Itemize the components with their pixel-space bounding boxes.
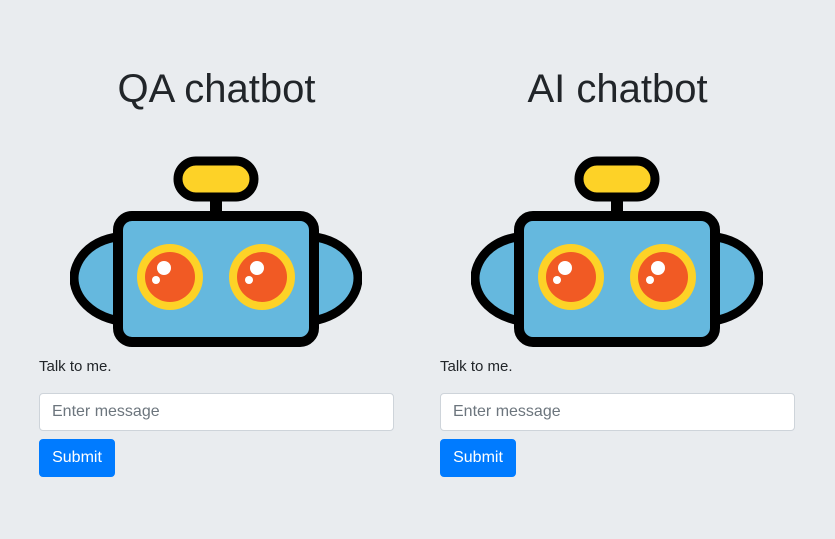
- submit-button[interactable]: Submit: [440, 439, 516, 477]
- panel-title: AI chatbot: [527, 67, 708, 111]
- robot-icon: [471, 156, 763, 347]
- panel-title: QA chatbot: [117, 67, 316, 111]
- prompt-label: Talk to me.: [440, 358, 513, 375]
- chatbot-page: QA chatbot Talk to me. Submit: [0, 0, 835, 539]
- message-input[interactable]: [440, 393, 795, 431]
- robot-icon: [70, 156, 362, 347]
- prompt-label: Talk to me.: [39, 358, 112, 375]
- message-input[interactable]: [39, 393, 394, 431]
- submit-button[interactable]: Submit: [39, 439, 115, 477]
